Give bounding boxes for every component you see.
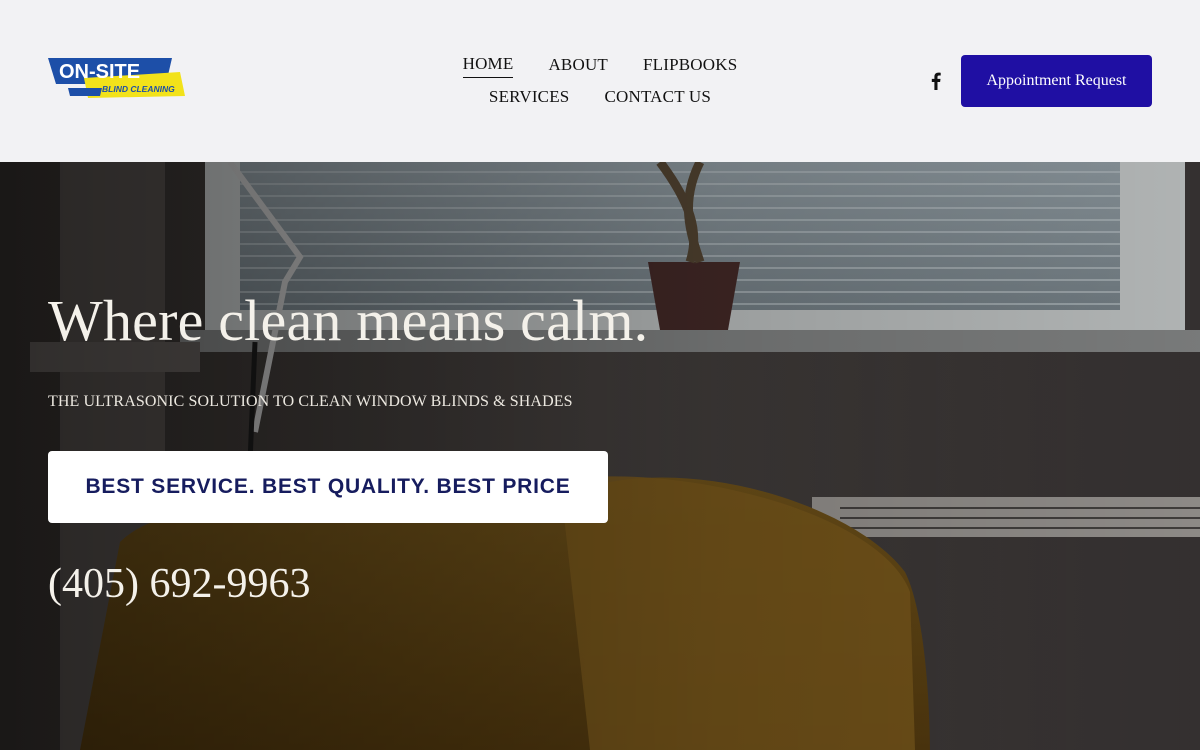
nav-item-home[interactable]: HOME [462, 54, 514, 78]
nav-item-services[interactable]: SERVICES [489, 87, 570, 110]
hero-section: Where clean means calm. THE ULTRASONIC S… [0, 162, 1200, 750]
hero-title: Where clean means calm. [48, 288, 649, 353]
nav-row-2: SERVICES CONTACT US [440, 82, 760, 114]
hero-subtitle: THE ULTRASONIC SOLUTION TO CLEAN WINDOW … [48, 393, 573, 410]
facebook-icon[interactable] [927, 71, 945, 91]
main-nav: HOME ABOUT FLIPBOOKS SERVICES CONTACT US [440, 50, 760, 114]
nav-item-about[interactable]: ABOUT [548, 55, 608, 78]
logo-main-text: ON-SITE [59, 61, 140, 83]
logo-sub-text: BLIND CLEANING [102, 84, 175, 94]
site-logo[interactable]: ON-SITE BLIND CLEANING [48, 56, 188, 100]
nav-item-contact-us[interactable]: CONTACT US [604, 87, 711, 110]
nav-item-flipbooks[interactable]: FLIPBOOKS [643, 55, 737, 78]
site-header: ON-SITE BLIND CLEANING HOME ABOUT FLIPBO… [0, 0, 1200, 162]
phone-number[interactable]: (405) 692-9963 [48, 560, 310, 608]
appointment-request-button[interactable]: Appointment Request [961, 55, 1152, 107]
nav-row-1: HOME ABOUT FLIPBOOKS [440, 50, 760, 82]
best-service-button[interactable]: BEST SERVICE. BEST QUALITY. BEST PRICE [48, 451, 608, 523]
